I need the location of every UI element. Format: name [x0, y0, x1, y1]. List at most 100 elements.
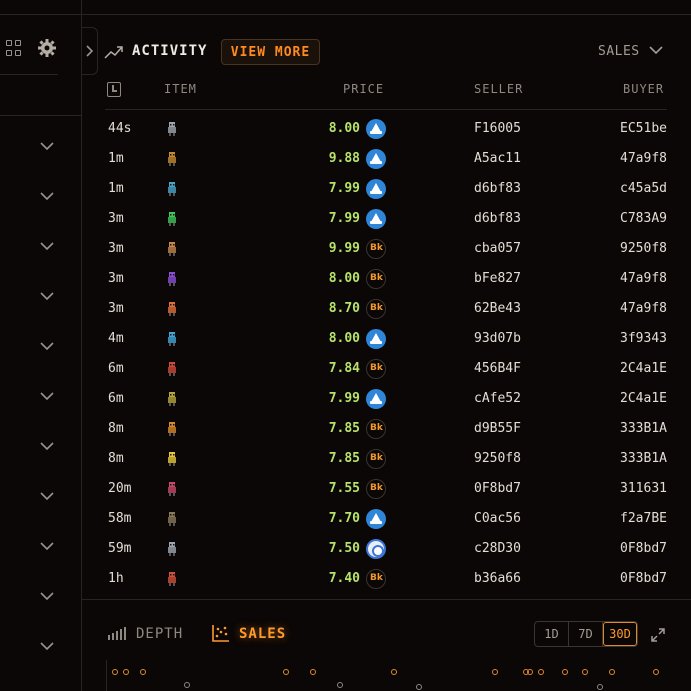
sale-point: [123, 669, 129, 675]
expand-icon[interactable]: [650, 627, 666, 643]
buyer-address[interactable]: 47a9f8: [620, 151, 667, 166]
tab-depth[interactable]: DEPTH: [136, 626, 183, 642]
seller-address[interactable]: 0F8bd7: [474, 481, 521, 496]
buyer-address[interactable]: 2C4a1E: [620, 391, 667, 406]
seller-address[interactable]: C0ac56: [474, 511, 521, 526]
item-thumbnail-icon[interactable]: [166, 571, 178, 586]
sales-scatter-chart: [106, 660, 666, 691]
header-divider: [105, 109, 667, 110]
seller-address[interactable]: d6bf83: [474, 181, 521, 196]
bk-token-icon: [366, 299, 386, 319]
item-thumbnail-icon[interactable]: [166, 121, 178, 136]
buyer-address[interactable]: 311631: [620, 481, 667, 496]
sale-time: 20m: [108, 481, 132, 496]
bk-token-icon: [366, 449, 386, 469]
tab-sales[interactable]: SALES: [239, 626, 286, 642]
buyer-address[interactable]: f2a7BE: [620, 511, 667, 526]
seller-address[interactable]: 62Be43: [474, 301, 521, 316]
buyer-address[interactable]: 2C4a1E: [620, 361, 667, 376]
seller-address[interactable]: F16005: [474, 121, 521, 136]
item-thumbnail-icon[interactable]: [166, 541, 178, 556]
sale-time: 3m: [108, 241, 124, 256]
buyer-address[interactable]: C783A9: [620, 211, 667, 226]
sale-point: [609, 669, 615, 675]
buyer-address[interactable]: 0F8bd7: [620, 571, 667, 586]
table-row[interactable]: 3m 9.99 cba057 9250f8: [0, 234, 691, 264]
seller-address[interactable]: bFe827: [474, 271, 521, 286]
item-thumbnail-icon[interactable]: [166, 211, 178, 226]
range-30d-button[interactable]: 30D: [603, 622, 637, 646]
bk-token-icon: [366, 479, 386, 499]
chevron-down-icon[interactable]: [38, 640, 56, 652]
item-thumbnail-icon[interactable]: [166, 361, 178, 376]
item-thumbnail-icon[interactable]: [166, 301, 178, 316]
table-row[interactable]: 4m 8.00 93d07b 3f9343: [0, 324, 691, 354]
buyer-address[interactable]: EC51be: [620, 121, 667, 136]
item-thumbnail-icon[interactable]: [166, 481, 178, 496]
gear-icon[interactable]: [37, 38, 57, 58]
sidebar-divider: [0, 74, 58, 75]
table-row[interactable]: 59m 7.50 c28D30 0F8bd7: [0, 534, 691, 564]
bk-token-icon: [366, 569, 386, 589]
chevron-down-icon[interactable]: [648, 45, 664, 55]
table-row[interactable]: 1m 9.88 A5ac11 47a9f8: [0, 144, 691, 174]
buyer-address[interactable]: 47a9f8: [620, 301, 667, 316]
table-row[interactable]: 8m 7.85 d9B55F 333B1A: [0, 414, 691, 444]
item-thumbnail-icon[interactable]: [166, 391, 178, 406]
sale-point: [538, 669, 544, 675]
seller-address[interactable]: c28D30: [474, 541, 521, 556]
item-thumbnail-icon[interactable]: [166, 241, 178, 256]
table-row[interactable]: 3m 8.70 62Be43 47a9f8: [0, 294, 691, 324]
table-row[interactable]: 3m 8.00 bFe827 47a9f8: [0, 264, 691, 294]
table-row[interactable]: 58m 7.70 C0ac56 f2a7BE: [0, 504, 691, 534]
sale-time: 6m: [108, 361, 124, 376]
buyer-address[interactable]: c45a5d: [620, 181, 667, 196]
table-row[interactable]: 6m 7.84 456B4F 2C4a1E: [0, 354, 691, 384]
buyer-address[interactable]: 47a9f8: [620, 271, 667, 286]
buyer-address[interactable]: 9250f8: [620, 241, 667, 256]
table-row[interactable]: 44s 8.00 F16005 EC51be: [0, 114, 691, 144]
range-1d-button[interactable]: 1D: [535, 622, 569, 646]
table-row[interactable]: 1h 7.40 b36a66 0F8bd7: [0, 564, 691, 594]
buyer-address[interactable]: 333B1A: [620, 421, 667, 436]
item-thumbnail-icon[interactable]: [166, 511, 178, 526]
seller-address[interactable]: b36a66: [474, 571, 521, 586]
item-thumbnail-icon[interactable]: [166, 451, 178, 466]
buyer-address[interactable]: 3f9343: [620, 331, 667, 346]
sales-chart-icon[interactable]: [211, 623, 231, 643]
table-row[interactable]: 3m 7.99 d6bf83 C783A9: [0, 204, 691, 234]
table-row[interactable]: 1m 7.99 d6bf83 c45a5d: [0, 174, 691, 204]
item-thumbnail-icon[interactable]: [166, 151, 178, 166]
seller-address[interactable]: A5ac11: [474, 151, 521, 166]
seller-address[interactable]: 93d07b: [474, 331, 521, 346]
seller-address[interactable]: 9250f8: [474, 451, 521, 466]
seller-address[interactable]: 456B4F: [474, 361, 521, 376]
item-thumbnail-icon[interactable]: [166, 421, 178, 436]
seller-address[interactable]: cAfe52: [474, 391, 521, 406]
seller-address[interactable]: d6bf83: [474, 211, 521, 226]
depth-chart-icon[interactable]: [107, 626, 127, 640]
ethereum-icon: [366, 149, 386, 169]
sale-point: [416, 684, 422, 690]
seller-address[interactable]: cba057: [474, 241, 521, 256]
sale-price: 7.99: [328, 211, 360, 226]
sale-time: 3m: [108, 301, 124, 316]
collapse-sidebar-button[interactable]: [82, 27, 98, 75]
item-thumbnail-icon[interactable]: [166, 331, 178, 346]
sale-price: 7.99: [328, 181, 360, 196]
table-row[interactable]: 8m 7.85 9250f8 333B1A: [0, 444, 691, 474]
table-row[interactable]: 20m 7.55 0F8bd7 311631: [0, 474, 691, 504]
buyer-address[interactable]: 333B1A: [620, 451, 667, 466]
sales-filter-select[interactable]: SALES: [598, 44, 640, 59]
item-thumbnail-icon[interactable]: [166, 181, 178, 196]
range-7d-button[interactable]: 7D: [569, 622, 603, 646]
column-header-item: ITEM: [164, 82, 197, 96]
seller-address[interactable]: d9B55F: [474, 421, 521, 436]
column-header-seller: SELLER: [474, 82, 524, 96]
table-row[interactable]: 6m 7.99 cAfe52 2C4a1E: [0, 384, 691, 414]
item-thumbnail-icon[interactable]: [166, 271, 178, 286]
buyer-address[interactable]: 0F8bd7: [620, 541, 667, 556]
grid-view-icon[interactable]: [6, 40, 22, 56]
bk-token-icon: [366, 239, 386, 259]
view-more-button[interactable]: VIEW MORE: [221, 39, 320, 65]
